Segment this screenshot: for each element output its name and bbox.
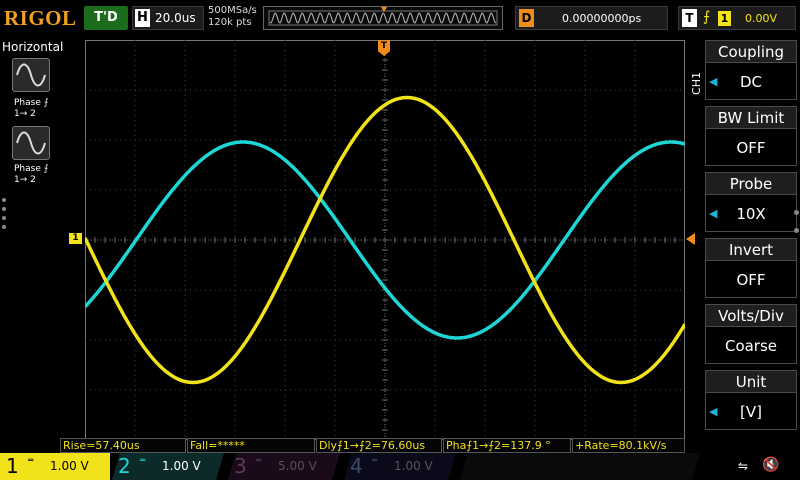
ch1-tab[interactable]: 1 ═ 1.00 V [0, 453, 110, 480]
menu-volts-div[interactable]: Volts/Div Coarse [705, 304, 797, 366]
dc-coupling-icon: ═ [28, 456, 34, 466]
selector-arrow-icon: ◀ [709, 405, 718, 418]
page-dots [2, 198, 8, 234]
selector-arrow-icon: ◀ [709, 75, 718, 88]
delay-readout[interactable]: D 0.00000000ps [515, 6, 668, 30]
trigger-level: 0.00V [745, 12, 778, 25]
channel-status-bar: 1 ═ 1.00 V 2 ═ 1.00 V 3 ═ 5.00 V 4 ═ 1.0… [0, 453, 800, 480]
sample-rate: 500MSa/s [208, 5, 257, 16]
menu-probe[interactable]: Probe ◀ 10X [705, 172, 797, 234]
timebase-value: 20.0us [155, 11, 196, 25]
channel-menu: CH1 Coupling ◀ DC BW Limit OFF Probe ◀ 10X… [690, 38, 800, 438]
rate-measurement[interactable]: +Rate=80.1kV/s [572, 438, 685, 453]
memory-strip-wave [268, 7, 498, 26]
memory-depth: 120k pts [208, 17, 252, 28]
horizontal-timebase[interactable]: H 20.0us [132, 6, 204, 30]
phase-measurement[interactable]: Pha⨍1→⨍2=137.9 ° [443, 438, 571, 453]
horizontal-label: H [135, 9, 150, 27]
selector-arrow-icon: ◀ [709, 207, 718, 220]
dc-coupling-icon: ═ [256, 456, 262, 466]
rising-edge-icon: ⨍ [703, 9, 711, 25]
dc-coupling-icon: ═ [372, 456, 378, 466]
menu-bw-limit[interactable]: BW Limit OFF [705, 106, 797, 168]
menu-unit[interactable]: Unit ◀ [V] [705, 370, 797, 432]
delay-label: D [519, 9, 534, 27]
trigger-source: 1 [718, 11, 731, 26]
horizontal-menu-title: Horizontal [2, 40, 64, 54]
ch4-tab[interactable]: 4 ═ 1.00 V [344, 453, 456, 480]
delay-value: 0.00000000ps [562, 12, 642, 25]
trigger-readout[interactable]: T ⨍ 1 0.00V [678, 6, 796, 30]
run-state-badge[interactable]: T'D [84, 6, 128, 30]
waveform-grid [83, 39, 687, 441]
phase-label-2: Phase ⨍ 1→ 2 [14, 164, 49, 185]
ch1-ground-marker[interactable]: 1 [69, 233, 82, 244]
menu-invert[interactable]: Invert OFF [705, 238, 797, 300]
ch3-tab[interactable]: 3 ═ 5.00 V [228, 453, 340, 480]
phase-label-1: Phase ⨍ 1→ 2 [14, 98, 49, 119]
rigol-logo: RIGOL [4, 6, 77, 30]
usb-icon: ⇋ [738, 459, 749, 473]
fall-measurement[interactable]: Fall=***** [187, 438, 315, 453]
status-tab-blank [460, 453, 700, 480]
graticule [84, 39, 686, 441]
menu-coupling[interactable]: Coupling ◀ DC [705, 40, 797, 102]
sine-wave-icon[interactable] [12, 126, 50, 160]
delay-measurement[interactable]: Dly⨍1→⨍2=76.60us [316, 438, 442, 453]
page-dot [794, 228, 799, 233]
waveform-display[interactable] [83, 39, 687, 441]
trigger-label: T [682, 9, 697, 27]
ch2-tab[interactable]: 2 ═ 1.00 V [112, 453, 224, 480]
top-status-bar: RIGOL T'D H 20.0us 500MSa/s 120k pts D 0… [0, 0, 800, 38]
page-dot [794, 210, 799, 215]
sine-wave-icon[interactable] [12, 58, 50, 92]
channel-tag: CH1 [690, 72, 703, 95]
sample-info: 500MSa/s 120k pts [208, 5, 257, 29]
horizontal-menu: Horizontal Phase ⨍ 1→ 2 Phase ⨍ 1→ 2 [0, 38, 64, 438]
dc-coupling-icon: ═ [140, 456, 146, 466]
rise-measurement[interactable]: Rise=57.40us [60, 438, 186, 453]
memory-strip[interactable] [263, 6, 503, 30]
measurement-bar: Rise=57.40us Fall=***** Dly⨍1→⨍2=76.60us… [60, 438, 685, 453]
speaker-muted-icon[interactable]: 🔇 [762, 457, 779, 473]
